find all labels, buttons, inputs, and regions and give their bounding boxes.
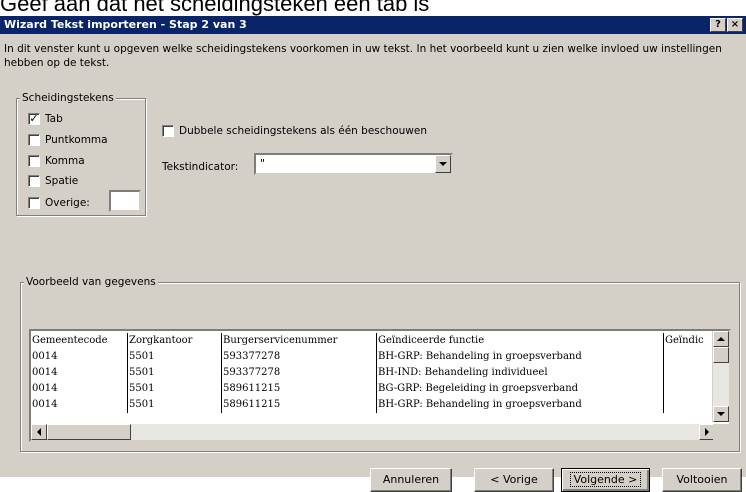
scroll-up-button[interactable] (713, 331, 729, 347)
preview-cell: 0014 (31, 381, 128, 397)
text-qualifier-select[interactable]: " (254, 153, 453, 175)
other-label: Overige: (45, 197, 90, 209)
space-checkbox[interactable] (28, 175, 40, 187)
space-option[interactable]: Spatie (28, 174, 78, 188)
semicolon-label: Puntkomma (45, 134, 108, 146)
other-checkbox[interactable] (28, 197, 40, 209)
semicolon-checkbox[interactable] (28, 134, 40, 146)
text-qualifier-value: " (260, 157, 266, 170)
horizontal-scrollbar[interactable] (31, 424, 715, 440)
horizontal-scroll-thumb[interactable] (47, 424, 131, 440)
other-option[interactable]: Overige: (28, 196, 90, 210)
text-qualifier-dropdown-button[interactable] (435, 155, 451, 173)
scroll-down-button[interactable] (713, 406, 729, 422)
comma-label: Komma (45, 155, 85, 167)
arrow-left-icon (37, 428, 41, 436)
import-wizard-dialog: Wizard Tekst importeren - Stap 2 van 3 ?… (0, 16, 746, 492)
preview-cell: 593377278 (222, 349, 377, 365)
preview-column-header: Gemeentecode (31, 333, 128, 349)
preview-cell: 5501 (128, 397, 222, 413)
scrollbar-corner (713, 424, 729, 440)
preview-cell: 5501 (128, 381, 222, 397)
chevron-down-icon (439, 162, 447, 166)
preview-cell: BH-IND: Behandeling individueel (377, 365, 664, 381)
data-preview[interactable]: Gemeentecode Zorgkantoor Burgerservicenu… (29, 329, 731, 442)
preview-column-header: Geïndiceerde functie (377, 333, 664, 349)
preview-cell: 589611215 (222, 397, 377, 413)
preview-cell: 0014 (31, 365, 128, 381)
preview-cell: BH-GRP: Behandeling in groepsverband (377, 349, 664, 365)
preview-cell: 5501 (128, 349, 222, 365)
consecutive-label: Dubbele scheidingstekens als één beschou… (179, 125, 427, 137)
scroll-left-button[interactable] (31, 424, 47, 440)
arrow-down-icon (717, 412, 725, 416)
caption-text: Geef aan dat het scheidingsteken een tab… (0, 0, 430, 16)
cancel-button[interactable]: Annuleren (370, 468, 452, 492)
window-title: Wizard Tekst importeren - Stap 2 van 3 (4, 18, 247, 31)
vertical-scroll-thumb[interactable] (713, 347, 729, 363)
tab-checkbox[interactable]: ✓ (28, 113, 40, 125)
preview-cell: 589611215 (222, 381, 377, 397)
delimiters-group-label: Scheidingstekens (20, 92, 116, 104)
other-delimiter-input[interactable] (109, 190, 141, 212)
close-button[interactable]: × (727, 18, 743, 32)
preview-cell: 0014 (31, 397, 128, 413)
vertical-scrollbar[interactable] (712, 331, 729, 422)
back-button[interactable]: < Vorige (474, 468, 554, 492)
arrow-up-icon (717, 337, 725, 341)
consecutive-option[interactable]: Dubbele scheidingstekens als één beschou… (162, 124, 427, 138)
preview-group-label: Voorbeeld van gegevens (24, 276, 158, 288)
text-qualifier-label: Tekstindicator: (162, 161, 239, 173)
tab-label: Tab (45, 113, 63, 125)
comma-checkbox[interactable] (28, 155, 40, 167)
intro-text: In dit venster kunt u opgeven welke sche… (4, 43, 722, 69)
preview-column-header: Burgerservicenummer (222, 333, 377, 349)
next-button-label: Volgende > (569, 472, 642, 487)
title-bar: Wizard Tekst importeren - Stap 2 van 3 ?… (0, 16, 746, 34)
arrow-right-icon (705, 428, 709, 436)
preview-cell: 0014 (31, 349, 128, 365)
preview-cell: BG-GRP: Begeleiding in groepsverband (377, 381, 664, 397)
consecutive-checkbox[interactable] (162, 125, 174, 137)
space-label: Spatie (45, 175, 79, 187)
preview-cell: 593377278 (222, 365, 377, 381)
finish-button[interactable]: Voltooien (662, 468, 742, 492)
next-button[interactable]: Volgende > (561, 468, 650, 492)
preview-cell: 5501 (128, 365, 222, 381)
preview-cell: BH-GRP: Behandeling in groepsverband (377, 397, 664, 413)
semicolon-option[interactable]: Puntkomma (28, 133, 108, 147)
comma-option[interactable]: Komma (28, 154, 85, 168)
tab-option[interactable]: ✓ Tab (28, 112, 63, 126)
help-button[interactable]: ? (710, 18, 726, 32)
preview-column-header: Zorgkantoor (128, 333, 222, 349)
